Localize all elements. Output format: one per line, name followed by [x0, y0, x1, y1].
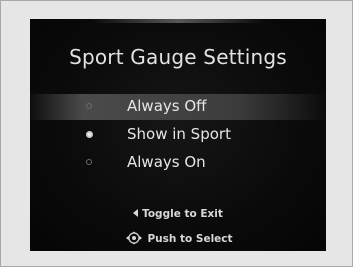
option-always-on[interactable]: Always On [30, 150, 326, 176]
option-label: Show in Sport [127, 125, 231, 143]
hint-push-to-select: Push to Select [30, 231, 326, 245]
radio-icon [86, 159, 92, 165]
option-label: Always Off [127, 97, 207, 115]
radio-icon [86, 103, 92, 109]
option-label: Always On [127, 153, 206, 171]
option-show-in-sport[interactable]: Show in Sport [30, 122, 326, 148]
selector-dial-icon [126, 231, 143, 245]
hint-push-label: Push to Select [147, 233, 233, 245]
hint-toggle-to-exit: Toggle to Exit [30, 208, 326, 220]
screen-top-glow [90, 19, 266, 23]
options-list: Always Off Show in Sport Always On [30, 94, 326, 178]
hint-toggle-label: Toggle to Exit [142, 208, 223, 220]
radio-selected-icon [86, 131, 93, 138]
page-frame: Sport Gauge Settings Always Off Show in … [0, 0, 353, 267]
display-screen: Sport Gauge Settings Always Off Show in … [30, 19, 326, 251]
screen-title: Sport Gauge Settings [69, 45, 287, 69]
triangle-left-icon [133, 209, 139, 217]
option-always-off[interactable]: Always Off [30, 94, 326, 120]
